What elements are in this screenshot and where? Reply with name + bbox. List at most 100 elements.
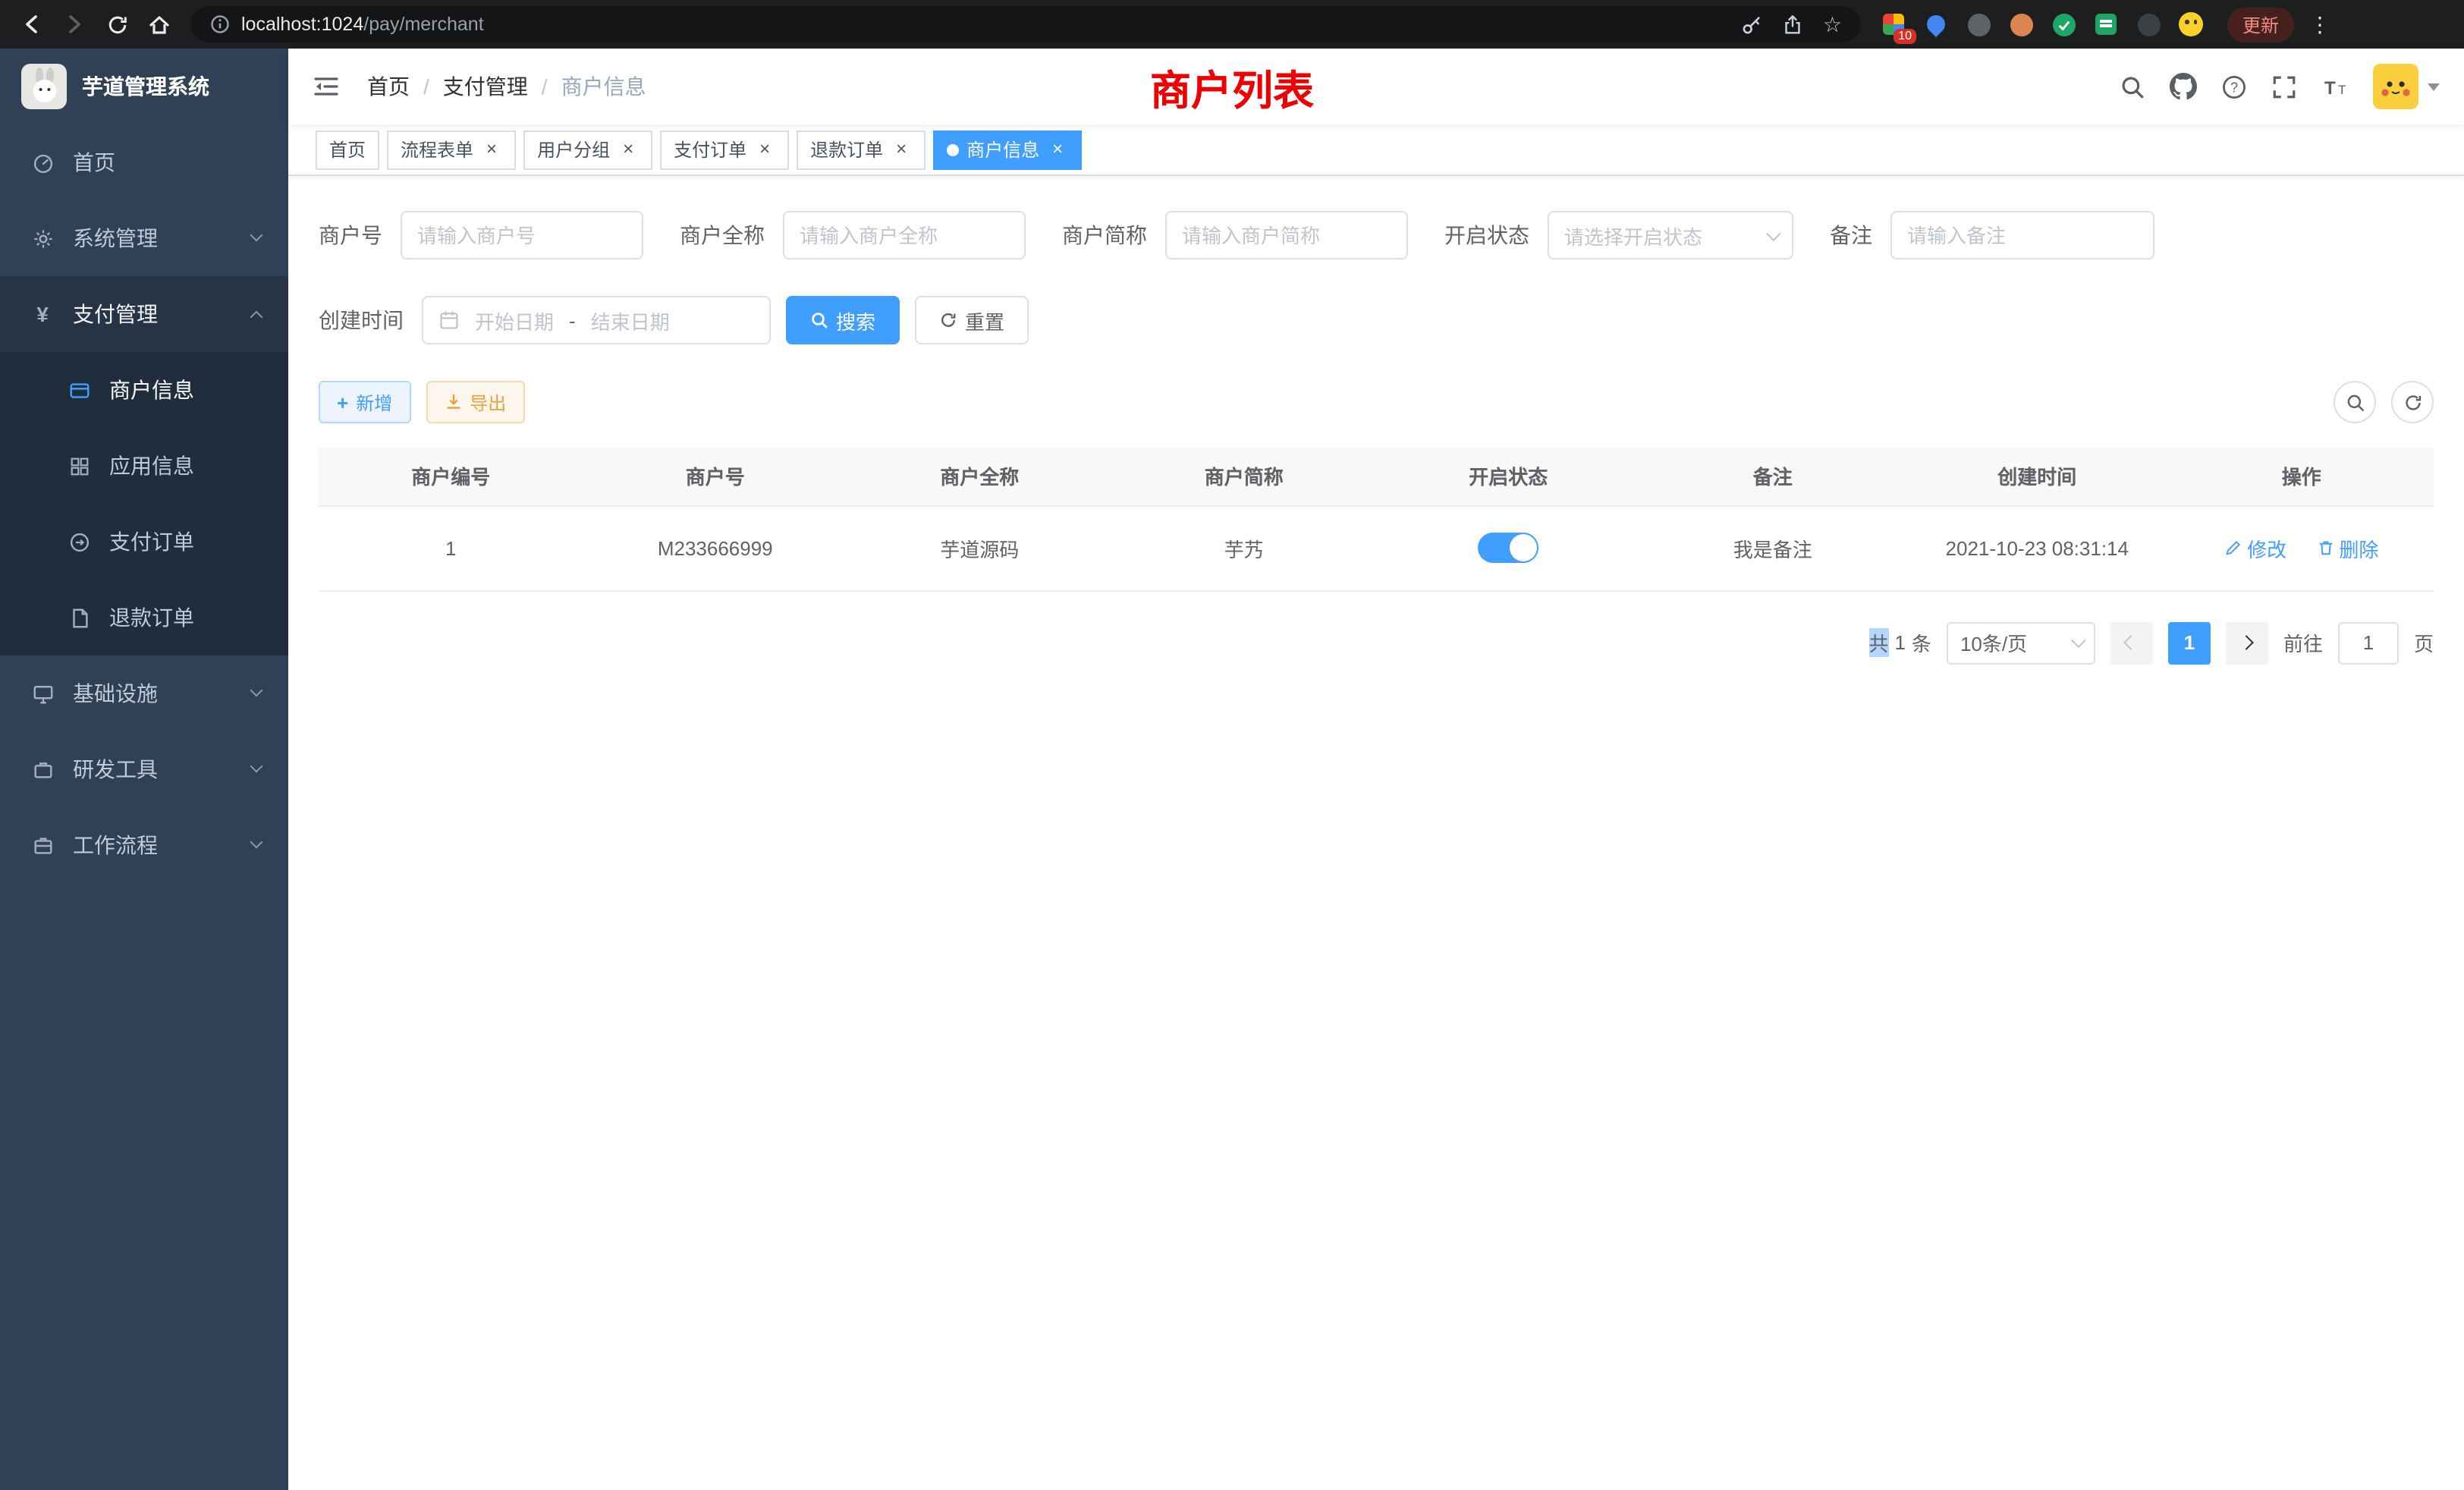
tab-close-icon[interactable]: × — [618, 139, 639, 160]
merchant-no-label: 商户号 — [319, 220, 382, 250]
sidebar-item-label: 基础设施 — [73, 678, 158, 709]
font-size-icon[interactable]: TT — [2321, 74, 2349, 99]
sidebar-item-pay-order[interactable]: 支付订单 — [0, 504, 288, 580]
tab-label: 用户分组 — [537, 137, 610, 162]
sidebar-item-payment[interactable]: ¥ 支付管理 — [0, 276, 288, 352]
github-icon[interactable] — [2170, 73, 2197, 100]
tab-label: 支付订单 — [674, 137, 746, 162]
logo-image — [21, 64, 67, 109]
navbar-actions: ? TT — [2120, 64, 2440, 109]
bookmark-star-icon[interactable]: ☆ — [1823, 11, 1842, 37]
tab-merchant-info[interactable]: 商户信息 × — [933, 130, 1082, 169]
extension-note-icon[interactable] — [2088, 6, 2124, 42]
remark-input[interactable] — [1907, 224, 2138, 247]
merchant-name-input[interactable] — [800, 224, 1009, 247]
export-button-label: 导出 — [470, 389, 506, 415]
share-icon[interactable] — [1782, 13, 1805, 36]
add-button[interactable]: + 新增 — [319, 381, 410, 423]
svg-text:T: T — [2338, 82, 2346, 96]
next-page-button[interactable] — [2226, 621, 2268, 664]
download-icon — [444, 393, 462, 411]
sidebar-item-home[interactable]: 首页 — [0, 124, 288, 200]
chrome-update-button[interactable]: 更新 — [2227, 7, 2294, 42]
address-bar[interactable]: localhost:1024/pay/merchant ☆ — [191, 6, 1860, 42]
fullscreen-icon[interactable] — [2271, 74, 2297, 99]
tab-pay-order[interactable]: 支付订单 × — [660, 130, 789, 169]
export-button[interactable]: 导出 — [426, 381, 524, 423]
reset-button[interactable]: 重置 — [915, 296, 1029, 344]
sidebar-toggle-icon[interactable] — [313, 73, 340, 100]
chevron-up-icon — [250, 311, 263, 324]
svg-text:?: ? — [2230, 79, 2238, 94]
sidebar-item-system[interactable]: 系统管理 — [0, 200, 288, 276]
refresh-table-button[interactable] — [2391, 381, 2434, 423]
forward-icon[interactable] — [55, 5, 94, 44]
tab-close-icon[interactable]: × — [891, 139, 912, 160]
extension-dark-circle-icon[interactable] — [1960, 6, 1997, 42]
remark-label: 备注 — [1830, 220, 1872, 250]
back-icon[interactable] — [12, 5, 52, 44]
merchant-table: 商户编号 商户号 商户全称 商户简称 开启状态 备注 创建时间 操作 1 M23… — [319, 448, 2434, 591]
breadcrumb-item[interactable]: 首页 — [367, 71, 410, 102]
tab-close-icon[interactable]: × — [1047, 139, 1068, 160]
extension-drop-icon[interactable] — [1918, 6, 1954, 42]
breadcrumb-item[interactable]: 支付管理 — [443, 71, 528, 102]
tab-process-form[interactable]: 流程表单 × — [387, 130, 516, 169]
browser-menu-icon[interactable]: ⋮ — [2297, 11, 2343, 37]
sidebar-item-workflow[interactable]: 工作流程 — [0, 807, 288, 883]
refresh-icon — [939, 311, 957, 329]
extension-check-icon[interactable] — [2045, 6, 2082, 42]
search-icon[interactable] — [2120, 74, 2145, 99]
tab-close-icon[interactable]: × — [754, 139, 775, 160]
merchant-no-input[interactable] — [417, 224, 627, 247]
tab-user-group[interactable]: 用户分组 × — [523, 130, 652, 169]
sidebar: 芋道管理系统 首页 系统管理 ¥ 支付管理 商户信息 — [0, 49, 288, 1490]
create-time-range-picker[interactable]: 开始日期 - 结束日期 — [422, 296, 771, 344]
search-button[interactable]: 搜索 — [786, 296, 900, 344]
extension-pin-icon[interactable] — [2130, 6, 2167, 42]
extension-avatar-icon[interactable] — [2003, 6, 2039, 42]
breadcrumb: 首页 / 支付管理 / 商户信息 — [367, 71, 646, 102]
extension-colorful-icon[interactable]: 10 — [1875, 6, 1912, 42]
sidebar-item-merchant-info[interactable]: 商户信息 — [0, 352, 288, 428]
status-select[interactable]: 请选择开启状态 — [1548, 211, 1793, 259]
merchant-short-label: 商户简称 — [1062, 220, 1147, 250]
sidebar-item-refund-order[interactable]: 退款订单 — [0, 580, 288, 655]
edit-link[interactable]: 修改 — [2224, 533, 2286, 562]
goto-page-input[interactable] — [2338, 621, 2399, 664]
tab-refund-order[interactable]: 退款订单 × — [797, 130, 926, 169]
browser-toolbar: localhost:1024/pay/merchant ☆ 10 — [0, 0, 2464, 49]
refresh-icon — [2403, 392, 2422, 412]
status-toggle[interactable] — [1478, 533, 1538, 563]
tab-close-icon[interactable]: × — [481, 139, 502, 160]
delete-link[interactable]: 删除 — [2316, 533, 2378, 562]
pagination: 共 1 条 10条/页 1 前往 页 — [319, 621, 2434, 664]
top-navbar: 首页 / 支付管理 / 商户信息 ? TT — [288, 49, 2464, 124]
extension-smiley-icon[interactable] — [2173, 6, 2209, 42]
user-menu[interactable] — [2373, 64, 2440, 109]
sidebar-item-devtools[interactable]: 研发工具 — [0, 731, 288, 807]
site-info-icon[interactable] — [209, 14, 231, 35]
reload-icon[interactable] — [97, 5, 137, 44]
reset-button-label: 重置 — [965, 306, 1004, 335]
sidebar-item-label: 研发工具 — [73, 754, 158, 784]
extensions-cluster: 10 — [1875, 6, 2209, 42]
sidebar-item-label: 首页 — [73, 147, 115, 178]
help-icon[interactable]: ? — [2221, 74, 2247, 99]
chevron-down-icon — [2071, 633, 2086, 648]
home-icon[interactable] — [140, 5, 179, 44]
cell-create-time: 2021-10-23 08:31:14 — [1905, 505, 2170, 590]
prev-page-button[interactable] — [2110, 621, 2153, 664]
chevron-right-icon — [2239, 635, 2255, 650]
tab-home[interactable]: 首页 — [316, 130, 379, 169]
dashboard-icon — [30, 151, 55, 174]
password-key-icon[interactable] — [1741, 13, 1764, 36]
merchant-short-input[interactable] — [1182, 224, 1391, 247]
toggle-search-button[interactable] — [2334, 381, 2376, 423]
app-logo[interactable]: 芋道管理系统 — [0, 49, 288, 124]
current-page[interactable]: 1 — [2168, 621, 2211, 664]
page-size-select[interactable]: 10条/页 — [1947, 621, 2095, 664]
search-icon — [810, 311, 828, 329]
sidebar-item-infra[interactable]: 基础设施 — [0, 655, 288, 731]
sidebar-item-app-info[interactable]: 应用信息 — [0, 428, 288, 504]
